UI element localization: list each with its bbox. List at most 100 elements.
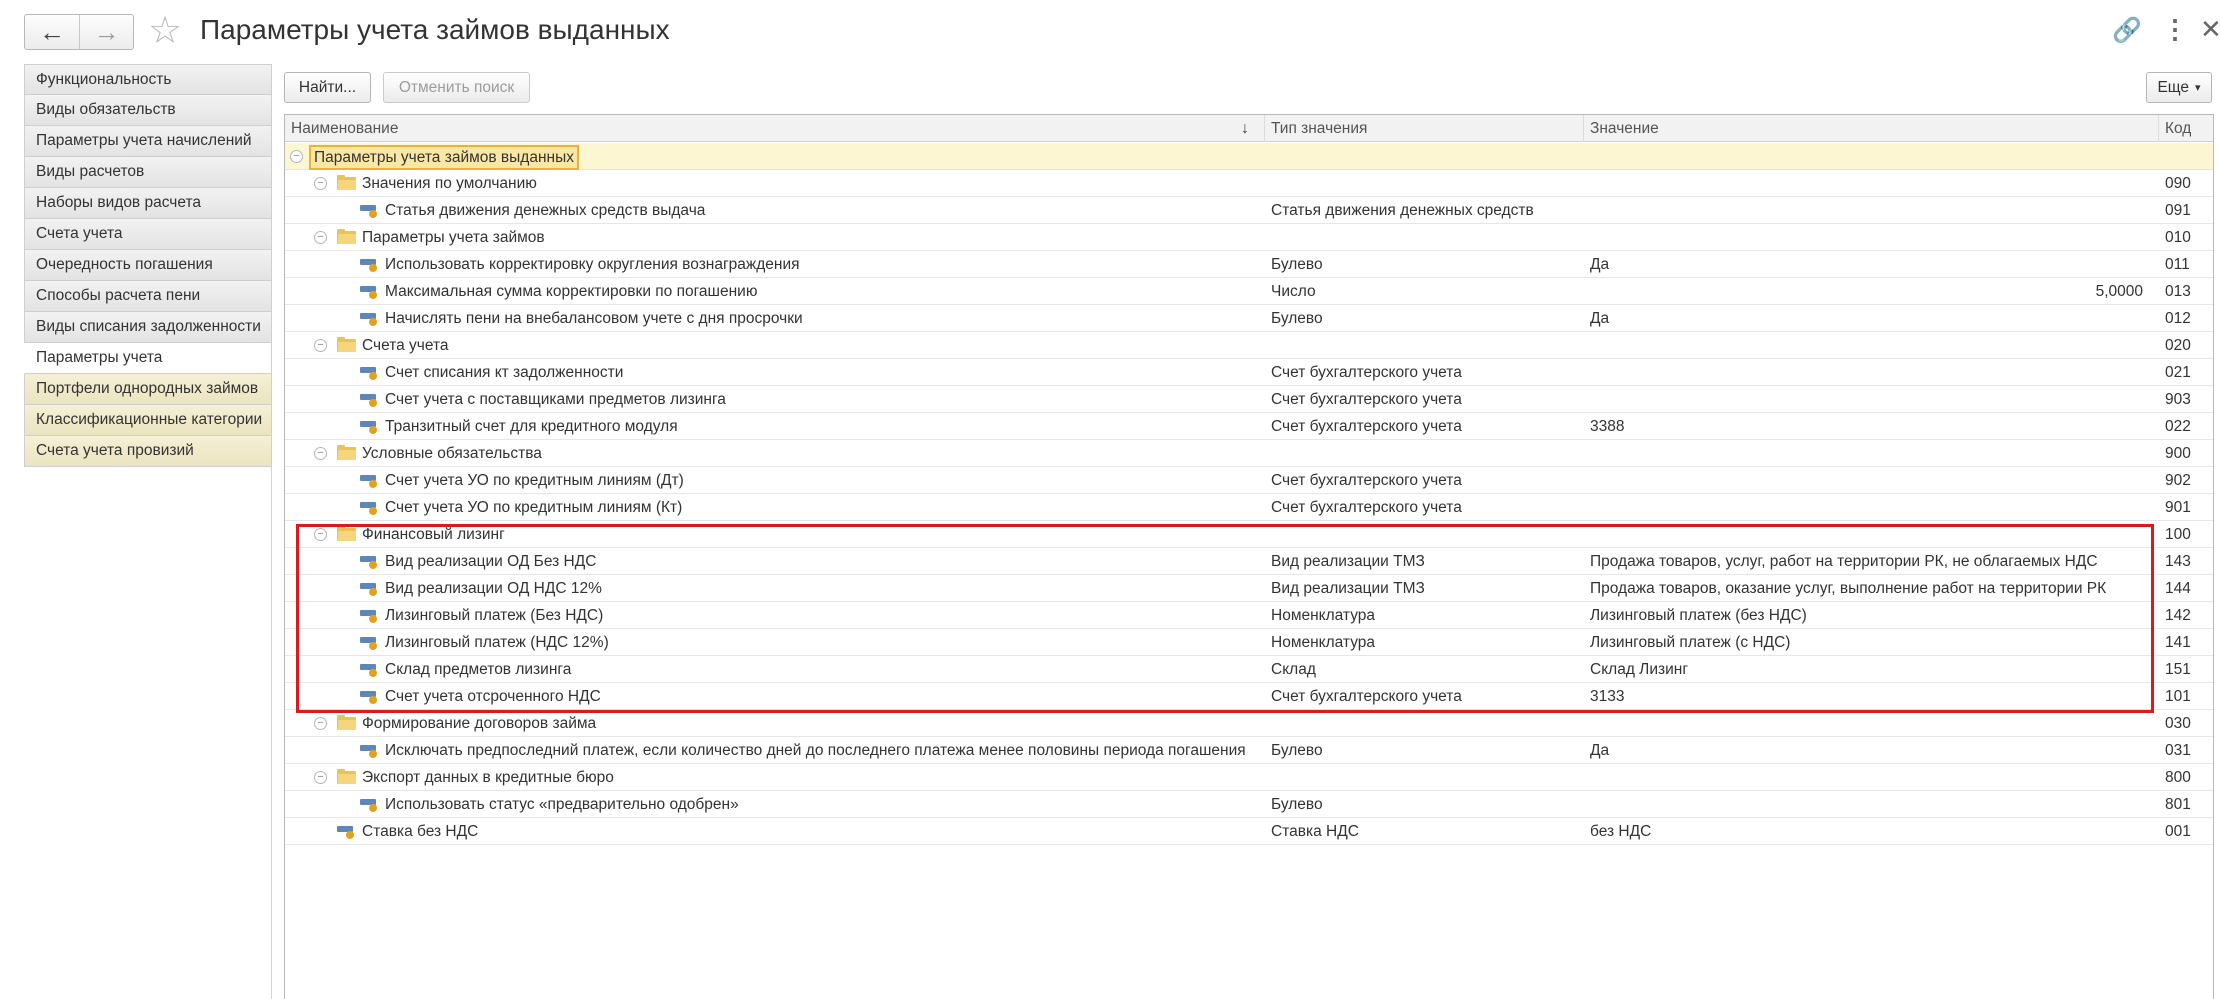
- table-group-row[interactable]: − Значения по умолчанию 090: [285, 170, 2213, 197]
- parameter-icon: [360, 610, 378, 623]
- sidebar-item-calculation-sets[interactable]: Наборы видов расчета: [24, 188, 272, 219]
- cell-type: Булево: [1271, 796, 1323, 813]
- parameter-icon: [360, 313, 378, 326]
- sidebar-item-obligation-types[interactable]: Виды обязательств: [24, 95, 272, 126]
- cancel-search-button[interactable]: Отменить поиск: [383, 72, 530, 103]
- table-row[interactable]: Лизинговый платеж (Без НДС) Номенклатура Л…: [285, 602, 2213, 629]
- table-row[interactable]: Использовать корректировку округления во…: [285, 251, 2213, 278]
- column-header-type[interactable]: Тип значения: [1265, 115, 1584, 142]
- collapse-icon[interactable]: −: [314, 177, 327, 190]
- window-header: ← → ☆ Параметры учета займов выданных 🔗 …: [0, 0, 2220, 64]
- sidebar-item-calculation-types[interactable]: Виды расчетов: [24, 157, 272, 188]
- table-row[interactable]: Статья движения денежных средств выдача С…: [285, 197, 2213, 224]
- table-group-row[interactable]: − Формирование договоров займа 030: [285, 710, 2213, 737]
- collapse-icon[interactable]: −: [314, 447, 327, 460]
- table-row[interactable]: Вид реализации ОД Без НДС Вид реализации …: [285, 548, 2213, 575]
- table-group-row[interactable]: − Экспорт данных в кредитные бюро 800: [285, 764, 2213, 791]
- more-button[interactable]: Еще ▾: [2146, 72, 2212, 103]
- sidebar-item-provision-accounts[interactable]: Счета учета провизий: [24, 436, 272, 467]
- cell-type: Ставка НДС: [1271, 823, 1359, 840]
- cell-name: Финансовый лизинг: [362, 526, 505, 543]
- table-row[interactable]: Исключать предпоследний платеж, если кол…: [285, 737, 2213, 764]
- sidebar-item-label: Счета учета провизий: [36, 442, 194, 459]
- table-row[interactable]: Использовать статус «предварительно одоб…: [285, 791, 2213, 818]
- more-button-label: Еще: [2157, 78, 2189, 96]
- cell-value: 3388: [1590, 418, 1625, 435]
- table-row[interactable]: Ставка без НДС Ставка НДС без НДС 001: [285, 818, 2213, 845]
- sidebar-item-classification[interactable]: Классификационные категории: [24, 405, 272, 436]
- table-row[interactable]: Склад предметов лизинга Склад Склад Лизинг…: [285, 656, 2213, 683]
- cell-value: Да: [1590, 742, 1610, 759]
- cell-type: Вид реализации ТМЗ: [1271, 553, 1425, 570]
- cell-value: Лизинговый платеж (с НДС): [1590, 634, 1791, 651]
- parameter-icon: [360, 583, 378, 596]
- collapse-icon[interactable]: −: [314, 771, 327, 784]
- cell-type: Склад: [1271, 661, 1316, 678]
- cell-name: Статья движения денежных средств выдача: [385, 202, 706, 219]
- collapse-icon[interactable]: −: [290, 150, 303, 163]
- table-group-row[interactable]: − Параметры учета займов выданных: [285, 143, 2213, 170]
- table-row[interactable]: Счет учета отсроченного НДС Счет бухгалте…: [285, 683, 2213, 710]
- column-header-value[interactable]: Значение: [1584, 115, 2159, 142]
- cell-name: Исключать предпоследний платеж, если кол…: [385, 742, 1246, 759]
- table-row[interactable]: Максимальная сумма корректировки по пога…: [285, 278, 2213, 305]
- table-row[interactable]: Лизинговый платеж (НДС 12%) Номенклатура Л…: [285, 629, 2213, 656]
- collapse-icon[interactable]: −: [314, 339, 327, 352]
- sidebar-item-accounts[interactable]: Счета учета: [24, 219, 272, 250]
- sidebar-item-loan-portfolios[interactable]: Портфели однородных займов: [24, 374, 272, 405]
- cell-name: Счета учета: [362, 337, 449, 354]
- sidebar-item-repayment-order[interactable]: Очередность погашения: [24, 250, 272, 281]
- more-menu-icon[interactable]: ⋮: [2162, 14, 2188, 45]
- table-group-row[interactable]: − Финансовый лизинг 100: [285, 521, 2213, 548]
- favorite-star-icon[interactable]: ☆: [148, 12, 182, 50]
- cell-name: Счет учета УО по кредитным линиям (Кт): [385, 499, 683, 516]
- collapse-icon[interactable]: −: [314, 717, 327, 730]
- table-row[interactable]: Счет списания кт задолженности Счет бухга…: [285, 359, 2213, 386]
- table-group-row[interactable]: − Параметры учета займов 010: [285, 224, 2213, 251]
- cell-type: Статья движения денежных средств: [1271, 202, 1534, 219]
- cell-code: 013: [2165, 283, 2191, 300]
- sort-descending-icon[interactable]: ↓: [1241, 115, 1249, 142]
- table-row[interactable]: Начислять пени на внебалансовом учете с …: [285, 305, 2213, 332]
- cell-value: [1590, 359, 2155, 386]
- find-button[interactable]: Найти...: [284, 72, 371, 103]
- table-row[interactable]: Счет учета УО по кредитным линиям (Дт) Сч…: [285, 467, 2213, 494]
- cell-name: Формирование договоров займа: [362, 715, 597, 732]
- parameter-icon: [360, 637, 378, 650]
- sidebar-item-label: Виды обязательств: [36, 101, 176, 118]
- table-group-row[interactable]: − Счета учета 020: [285, 332, 2213, 359]
- sidebar-item-accrual-params[interactable]: Параметры учета начислений: [24, 126, 272, 157]
- collapse-icon[interactable]: −: [314, 231, 327, 244]
- close-icon[interactable]: ✕: [2200, 14, 2220, 45]
- cell-name: Значения по умолчанию: [362, 175, 537, 192]
- forward-button[interactable]: →: [78, 15, 133, 49]
- cell-name: Начислять пени на внебалансовом учете с …: [385, 310, 803, 327]
- cell-value: [1590, 170, 2155, 197]
- sidebar-item-penalty-methods[interactable]: Способы расчета пени: [24, 281, 272, 312]
- table-row[interactable]: Счет учета УО по кредитным линиям (Кт) Сч…: [285, 494, 2213, 521]
- parameter-icon: [360, 556, 378, 569]
- back-button[interactable]: ←: [25, 15, 79, 49]
- collapse-icon[interactable]: −: [314, 528, 327, 541]
- table-row[interactable]: Вид реализации ОД НДС 12% Вид реализации …: [285, 575, 2213, 602]
- sidebar-item-functionality[interactable]: Функциональность: [24, 64, 272, 95]
- sidebar-item-accounting-params[interactable]: Параметры учета: [24, 343, 272, 374]
- cell-name: Счет учета с поставщиками предметов лизи…: [385, 391, 726, 408]
- link-icon[interactable]: 🔗: [2112, 16, 2142, 45]
- folder-icon: [337, 175, 356, 190]
- cell-code: 001: [2165, 823, 2191, 840]
- cell-type: Номенклатура: [1271, 634, 1376, 651]
- cell-type: [1271, 764, 1581, 791]
- parameter-icon: [360, 205, 378, 218]
- cell-type: [1271, 332, 1581, 359]
- column-header-name[interactable]: Наименование: [285, 115, 1265, 142]
- table-row[interactable]: Счет учета с поставщиками предметов лизи…: [285, 386, 2213, 413]
- cell-name: Вид реализации ОД НДС 12%: [385, 580, 602, 597]
- table-group-row[interactable]: − Условные обязательства 900: [285, 440, 2213, 467]
- cell-value: [1590, 197, 2155, 224]
- cell-type: Булево: [1271, 310, 1323, 327]
- column-header-code[interactable]: Код: [2159, 115, 2215, 142]
- table-row[interactable]: Транзитный счет для кредитного модуля Сче…: [285, 413, 2213, 440]
- cell-value: [1590, 467, 2155, 494]
- sidebar-item-debt-writeoff[interactable]: Виды списания задолженности: [24, 312, 272, 343]
